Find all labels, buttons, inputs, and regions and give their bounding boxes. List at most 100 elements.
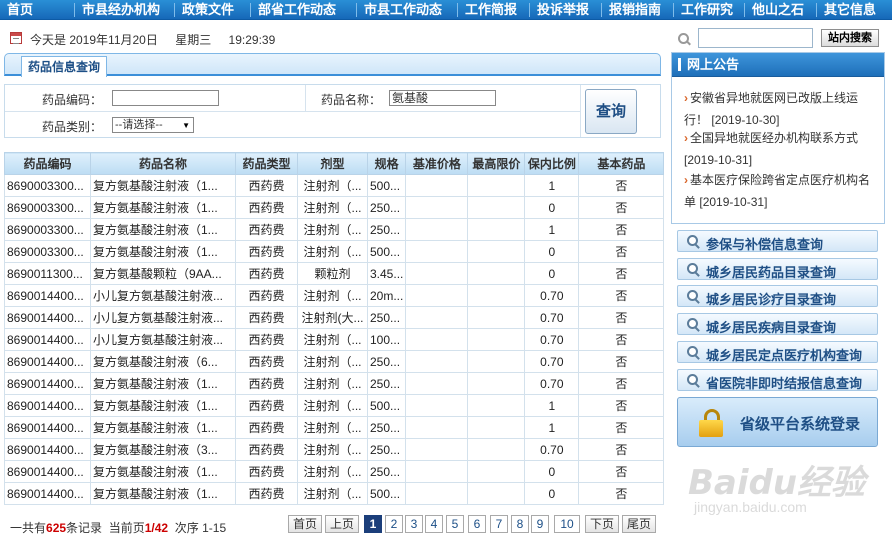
column-header[interactable]: 药品名称 <box>90 152 236 175</box>
nav-item[interactable]: 他山之石 <box>752 0 804 20</box>
table-row[interactable]: 8690014400... 复方氨基酸注射液（1... 西药费 注射剂（... 250.… <box>4 372 665 395</box>
nav-item[interactable]: 工作简报 <box>465 0 517 20</box>
column-header[interactable]: 药品编码 <box>4 152 91 175</box>
drug-type-label: 药品类别： <box>42 120 103 134</box>
query-form: 药品编码： 药品名称： 氨基酸 药品类别： --请选择-- <box>4 84 661 138</box>
table-cell: 小儿复方氨基酸注射液... <box>90 284 236 307</box>
magnifier-icon <box>687 318 700 331</box>
arrow-icon: › <box>684 91 688 105</box>
nav-item[interactable]: 市县经办机构 <box>82 0 160 20</box>
site-search-button[interactable]: 站内搜索 <box>821 29 879 47</box>
side-link-button[interactable]: 城乡居民诊疗目录查询 <box>677 285 878 307</box>
magnifier-icon <box>687 263 700 276</box>
notice-item[interactable]: › 全国异地就医经办机构联系方式 [2019-10-31] <box>684 127 880 171</box>
nav-item[interactable]: 政策文件 <box>182 0 234 20</box>
table-cell: 西药费 <box>235 350 298 373</box>
table-cell: 西药费 <box>235 240 298 263</box>
table-row[interactable]: 8690014400... 复方氨基酸注射液（1... 西药费 注射剂（... 250.… <box>4 460 665 483</box>
nav-item[interactable]: 部省工作动态 <box>258 0 336 20</box>
date-time: 今天是 2019年11月20日 星期三 19:29:39 <box>30 31 289 48</box>
drug-name-input[interactable]: 氨基酸 <box>389 90 496 106</box>
column-header[interactable]: 基准价格 <box>405 152 469 175</box>
table-cell <box>467 350 526 373</box>
side-link-button[interactable]: 城乡居民药品目录查询 <box>677 258 878 280</box>
column-header[interactable]: 药品类型 <box>235 152 298 175</box>
table-row[interactable]: 8690014400... 小儿复方氨基酸注射液... 西药费 注射剂（... 100.… <box>4 328 665 351</box>
table-row[interactable]: 8690011300... 复方氨基酸颗粒（9AA... 西药费 颗粒剂 3.45...… <box>4 262 665 285</box>
next-page-button[interactable]: 下页 <box>585 515 619 533</box>
page-number-button[interactable]: 6 <box>468 515 486 533</box>
page-number-button[interactable]: 3 <box>405 515 423 533</box>
table-cell: 注射剂（... <box>297 416 368 439</box>
table-row[interactable]: 8690003300... 复方氨基酸注射液（1... 西药费 注射剂（... 250.… <box>4 196 665 219</box>
pagination: 一共有625条记录 当前页1/42 次序 1-15 首页 上页 下页 尾页 12… <box>4 514 661 536</box>
nav-item[interactable]: 投诉举报 <box>537 0 589 20</box>
column-header[interactable]: 最高限价 <box>467 152 526 175</box>
tab-drug-query[interactable]: 药品信息查询 <box>21 56 108 77</box>
table-cell <box>467 438 526 461</box>
table-cell: 8690003300... <box>4 196 91 219</box>
table-cell: 注射剂（... <box>297 460 368 483</box>
nav-separator <box>673 3 674 17</box>
prev-page-button[interactable]: 上页 <box>325 515 359 533</box>
column-header[interactable]: 保内比例 <box>524 152 580 175</box>
platform-login-button[interactable]: 省级平台系统登录 <box>677 397 878 447</box>
column-header[interactable]: 基本药品 <box>578 152 665 175</box>
page-number-button[interactable]: 2 <box>385 515 403 533</box>
drug-code-input[interactable] <box>112 90 219 106</box>
side-link-button[interactable]: 城乡居民定点医疗机构查询 <box>677 341 878 363</box>
table-row[interactable]: 8690014400... 复方氨基酸注射液（3... 西药费 注射剂（... 250.… <box>4 438 665 461</box>
nav-item[interactable]: 其它信息 <box>824 0 876 20</box>
table-cell: 西药费 <box>235 482 298 505</box>
nav-item[interactable]: 市县工作动态 <box>364 0 442 20</box>
drug-type-select[interactable]: --请选择-- <box>112 117 194 133</box>
page-number-button[interactable]: 10 <box>554 515 580 533</box>
table-cell <box>405 328 469 351</box>
table-cell: 250... <box>366 196 407 219</box>
page-number-button[interactable]: 8 <box>511 515 529 533</box>
last-page-button[interactable]: 尾页 <box>622 515 656 533</box>
page-number-button[interactable]: 5 <box>446 515 464 533</box>
table-cell: 0.70 <box>524 328 580 351</box>
nav-item[interactable]: 报销指南 <box>609 0 661 20</box>
nav-item[interactable]: 首页 <box>7 0 33 20</box>
table-cell: 否 <box>578 460 665 483</box>
table-row[interactable]: 8690003300... 复方氨基酸注射液（1... 西药费 注射剂（... 500.… <box>4 240 665 263</box>
table-cell: 否 <box>578 372 665 395</box>
side-link-button[interactable]: 城乡居民疾病目录查询 <box>677 313 878 335</box>
table-row[interactable]: 8690014400... 复方氨基酸注射液（1... 西药费 注射剂（... 250.… <box>4 416 665 439</box>
top-navigation: 首页 市县经办机构 政策文件 部省工作动态 市县工作动态 工作简报 投诉举报 报销指南 工作研究… <box>0 0 892 20</box>
page-number-button[interactable]: 7 <box>490 515 508 533</box>
table-cell <box>405 262 469 285</box>
page-number-button[interactable]: 9 <box>531 515 549 533</box>
table-cell <box>405 460 469 483</box>
table-cell: 8690003300... <box>4 174 91 197</box>
baidu-watermark: Baidu经验 jingyan.baidu.com <box>688 455 888 535</box>
table-row[interactable]: 8690014400... 复方氨基酸注射液（1... 西药费 注射剂（... 500.… <box>4 394 665 417</box>
table-row[interactable]: 8690003300... 复方氨基酸注射液（1... 西药费 注射剂（... 500.… <box>4 174 665 197</box>
table-cell: 1 <box>524 416 580 439</box>
side-link-label: 城乡居民疾病目录查询 <box>706 320 837 335</box>
nav-item[interactable]: 工作研究 <box>681 0 733 20</box>
page-number-button[interactable]: 4 <box>425 515 443 533</box>
table-row[interactable]: 8690014400... 小儿复方氨基酸注射液... 西药费 注射剂(大... 250… <box>4 306 665 329</box>
first-page-button[interactable]: 首页 <box>288 515 322 533</box>
page-number-button[interactable]: 1 <box>364 515 382 533</box>
table-cell: 注射剂（... <box>297 196 368 219</box>
column-header[interactable]: 剂型 <box>297 152 368 175</box>
site-search-input[interactable] <box>698 28 813 48</box>
table-cell: 8690011300... <box>4 262 91 285</box>
table-cell: 否 <box>578 416 665 439</box>
table-cell <box>405 196 469 219</box>
column-header[interactable]: 规格 <box>366 152 407 175</box>
notice-item[interactable]: › 基本医疗保险跨省定点医疗机构名单 [2019-10-31] <box>684 169 880 213</box>
side-link-button[interactable]: 省医院非即时结报信息查询 <box>677 369 878 391</box>
query-button[interactable]: 查询 <box>585 89 637 134</box>
table-row[interactable]: 8690014400... 复方氨基酸注射液（1... 西药费 注射剂（... 500.… <box>4 482 665 505</box>
table-row[interactable]: 8690014400... 复方氨基酸注射液（6... 西药费 注射剂（... 250.… <box>4 350 665 373</box>
notice-item[interactable]: › 安徽省异地就医网已改版上线运行！ [2019-10-30] <box>684 87 880 131</box>
table-cell <box>405 394 469 417</box>
table-row[interactable]: 8690003300... 复方氨基酸注射液（1... 西药费 注射剂（... 250.… <box>4 218 665 241</box>
table-row[interactable]: 8690014400... 小儿复方氨基酸注射液... 西药费 注射剂（... 20m.… <box>4 284 665 307</box>
side-link-button[interactable]: 参保与补偿信息查询 <box>677 230 878 252</box>
